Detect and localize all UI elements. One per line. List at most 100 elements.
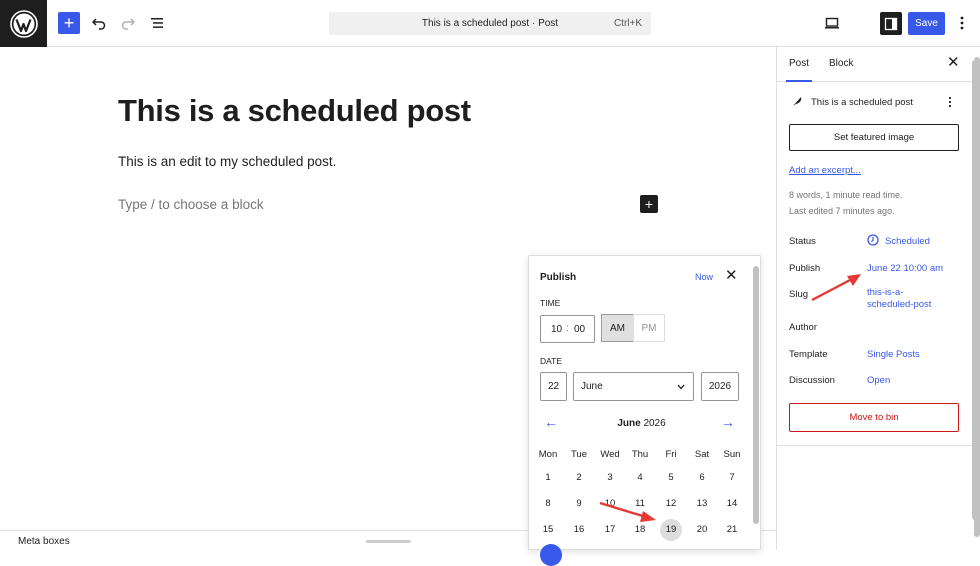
time-input: 10 : 00 [540, 315, 595, 343]
month-select[interactable]: June [573, 372, 694, 401]
sidebar-icon [884, 17, 898, 30]
settings-toggle-button[interactable] [880, 12, 902, 35]
save-button[interactable]: Save [908, 12, 945, 35]
weekday-6: Sun [723, 449, 741, 460]
chevron-down-icon [677, 384, 685, 390]
template-label: Template [789, 349, 828, 360]
scheduled-clock-icon [867, 234, 879, 246]
add-excerpt-link[interactable]: Add an excerpt... [789, 165, 861, 176]
wordpress-logo-icon[interactable] [0, 0, 47, 47]
calendar-day[interactable]: 16 [568, 519, 590, 541]
command-palette-bar[interactable]: This is a scheduled post · Post Ctrl+K [329, 12, 651, 35]
weekday-2: Wed [600, 449, 620, 460]
document-title: This is a scheduled post · Post [421, 18, 559, 29]
discussion-label: Discussion [789, 375, 835, 386]
next-month-icon[interactable]: → [721, 414, 735, 430]
calendar-day[interactable]: 11 [629, 493, 651, 515]
time-label: TIME [540, 298, 561, 308]
selected-day[interactable] [540, 544, 562, 566]
calendar-day[interactable]: 20 [691, 519, 713, 541]
default-block-appender[interactable]: Type / to choose a block [118, 197, 264, 212]
calendar-day[interactable]: 2 [568, 467, 590, 489]
resize-handle[interactable] [366, 540, 411, 543]
now-button[interactable]: Now [695, 272, 713, 282]
day-input[interactable]: 22 [540, 372, 567, 401]
month-value: June [581, 381, 603, 392]
shortcut-hint: Ctrl+K [613, 18, 642, 29]
set-featured-image-button[interactable]: Set featured image [789, 124, 959, 151]
more-vertical-icon [960, 16, 964, 30]
tab-block[interactable]: Block [829, 58, 853, 69]
preview-button[interactable] [821, 12, 843, 34]
weekday-1: Tue [570, 449, 588, 460]
calendar-day[interactable]: 8 [537, 493, 559, 515]
move-to-bin-button[interactable]: Move to bin [789, 403, 959, 432]
plus-icon: + [63, 13, 75, 33]
close-icon[interactable]: ✕ [947, 55, 960, 71]
more-vertical-icon[interactable] [948, 96, 952, 108]
publish-date-button[interactable]: June 22 10:00 am [867, 263, 943, 274]
date-label: DATE [540, 356, 563, 366]
status-label: Status [789, 236, 816, 247]
hour-input[interactable]: 10 [551, 324, 562, 335]
inline-inserter-button[interactable]: + [640, 195, 658, 213]
document-overview-button[interactable] [146, 12, 168, 34]
close-icon[interactable]: ✕ [725, 268, 738, 284]
calendar-day[interactable]: 3 [599, 467, 621, 489]
calendar-day[interactable]: 18 [629, 519, 651, 541]
calendar-year: 2026 [643, 418, 666, 429]
calendar-day[interactable]: 17 [599, 519, 621, 541]
undo-icon [91, 18, 106, 30]
calendar-day[interactable]: 21 [721, 519, 743, 541]
post-title[interactable]: This is a scheduled post [118, 93, 471, 129]
slug-label: Slug [789, 289, 809, 300]
calendar-day[interactable]: 10 [599, 493, 621, 515]
calendar-day[interactable]: 13 [691, 493, 713, 515]
undo-button[interactable] [88, 12, 110, 34]
weekday-3: Thu [631, 449, 649, 460]
paragraph-block[interactable]: This is an edit to my scheduled post. [118, 154, 336, 169]
redo-button[interactable] [117, 12, 139, 34]
calendar-day[interactable]: 7 [721, 467, 743, 489]
calendar-day[interactable]: 14 [721, 493, 743, 515]
template-value[interactable]: Single Posts [867, 349, 920, 360]
calendar-day[interactable]: 12 [660, 493, 682, 515]
calendar-day[interactable]: 15 [537, 519, 559, 541]
slug-value-line-1[interactable]: this-is-a- [867, 287, 903, 298]
settings-sidebar: Post Block ✕ This is a scheduled post Se… [776, 47, 980, 550]
redo-icon [121, 18, 136, 30]
list-view-icon [151, 18, 163, 28]
calendar-month: June [617, 418, 641, 429]
calendar-day[interactable]: 6 [691, 467, 713, 489]
popover-scrollbar[interactable] [753, 266, 759, 524]
sidebar-divider [777, 445, 973, 446]
sidebar-tabs: Post Block ✕ [777, 47, 973, 82]
publish-label: Publish [789, 263, 821, 274]
am-button[interactable]: AM [601, 314, 634, 342]
weekday-4: Fri [665, 449, 677, 460]
publish-date-popover: Publish Now ✕ TIME 10 : 00 AM PM DATE 22… [528, 255, 761, 566]
options-button[interactable] [951, 12, 973, 34]
word-count: 8 words, 1 minute read time. [789, 190, 903, 200]
discussion-value[interactable]: Open [867, 375, 890, 386]
meta-boxes-label[interactable]: Meta boxes [18, 536, 70, 547]
calendar-day[interactable]: 19 [660, 519, 682, 541]
post-name: This is a scheduled post [811, 97, 913, 108]
pm-button[interactable]: PM [633, 314, 665, 342]
block-inserter-button[interactable]: + [58, 12, 80, 34]
status-value[interactable]: Scheduled [885, 236, 930, 247]
calendar-day[interactable]: 4 [629, 467, 651, 489]
calendar-day[interactable]: 5 [660, 467, 682, 489]
page-scrollbar[interactable] [972, 60, 978, 520]
author-label: Author [789, 322, 817, 333]
last-edited: Last edited 7 minutes ago. [789, 206, 895, 216]
editor-header: + This is a scheduled post · Post Ctrl+K [0, 0, 980, 47]
calendar-day[interactable]: 1 [537, 467, 559, 489]
year-input[interactable]: 2026 [701, 372, 739, 401]
post-feather-icon [793, 97, 802, 106]
minute-input[interactable]: 00 [574, 324, 585, 335]
slug-value-line-2[interactable]: scheduled-post [867, 299, 931, 310]
tab-post[interactable]: Post [785, 58, 813, 82]
weekday-5: Sat [694, 449, 710, 460]
calendar-day[interactable]: 9 [568, 493, 590, 515]
